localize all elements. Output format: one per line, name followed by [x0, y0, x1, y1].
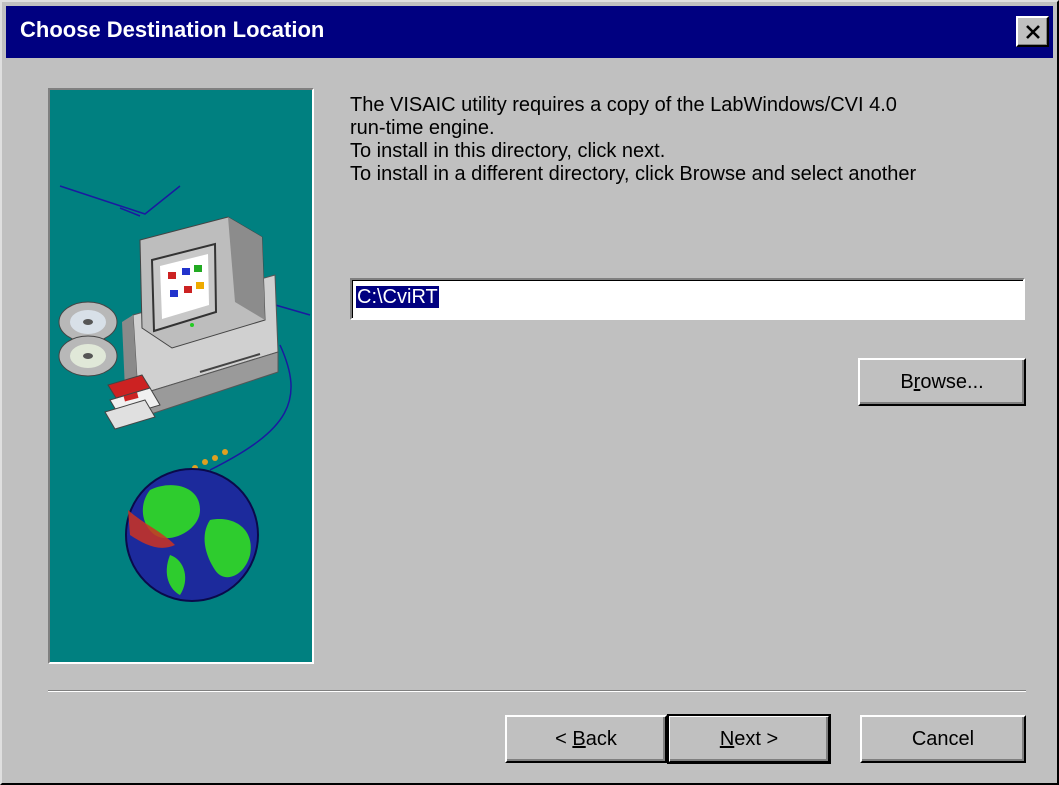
- close-button[interactable]: [1016, 16, 1049, 47]
- title-bar[interactable]: Choose Destination Location: [6, 6, 1053, 58]
- destination-path-input[interactable]: C:\CviRT: [350, 278, 1025, 320]
- destination-path-value: C:\CviRT: [356, 286, 439, 308]
- cancel-button[interactable]: Cancel: [860, 715, 1026, 763]
- description-line: run-time engine.: [350, 117, 495, 139]
- cd-icon: [58, 301, 118, 377]
- browse-label-pre: B: [900, 370, 914, 393]
- back-label: < Back: [555, 728, 617, 751]
- next-button[interactable]: Next >: [667, 714, 831, 764]
- description-line: To install in this directory, click next…: [350, 140, 666, 162]
- browse-label: Browse...: [900, 371, 983, 394]
- back-label-post: ack: [585, 727, 617, 750]
- back-label-pre: <: [555, 727, 573, 750]
- cancel-label: Cancel: [911, 727, 975, 750]
- separator: [48, 690, 1026, 692]
- setup-illustration: [48, 88, 314, 664]
- next-label-post: ext >: [734, 727, 779, 750]
- back-accelerator: B: [572, 727, 586, 750]
- close-icon: [1025, 24, 1040, 39]
- description-line: To install in a different directory, cli…: [350, 163, 917, 185]
- browse-label-post: owse...: [920, 370, 984, 393]
- next-accelerator: N: [719, 727, 735, 750]
- setup-dialog: Choose Destination Location The VISAIC u…: [0, 0, 1059, 785]
- globe-icon: [125, 468, 259, 602]
- description-line: The VISAIC utility requires a copy of th…: [350, 94, 897, 116]
- back-button[interactable]: < Back: [505, 715, 667, 763]
- next-label: Next >: [720, 728, 778, 751]
- description-text: The VISAIC utility requires a copy of th…: [350, 94, 1040, 186]
- window-title: Choose Destination Location: [20, 17, 325, 42]
- browse-button[interactable]: Browse...: [858, 358, 1026, 406]
